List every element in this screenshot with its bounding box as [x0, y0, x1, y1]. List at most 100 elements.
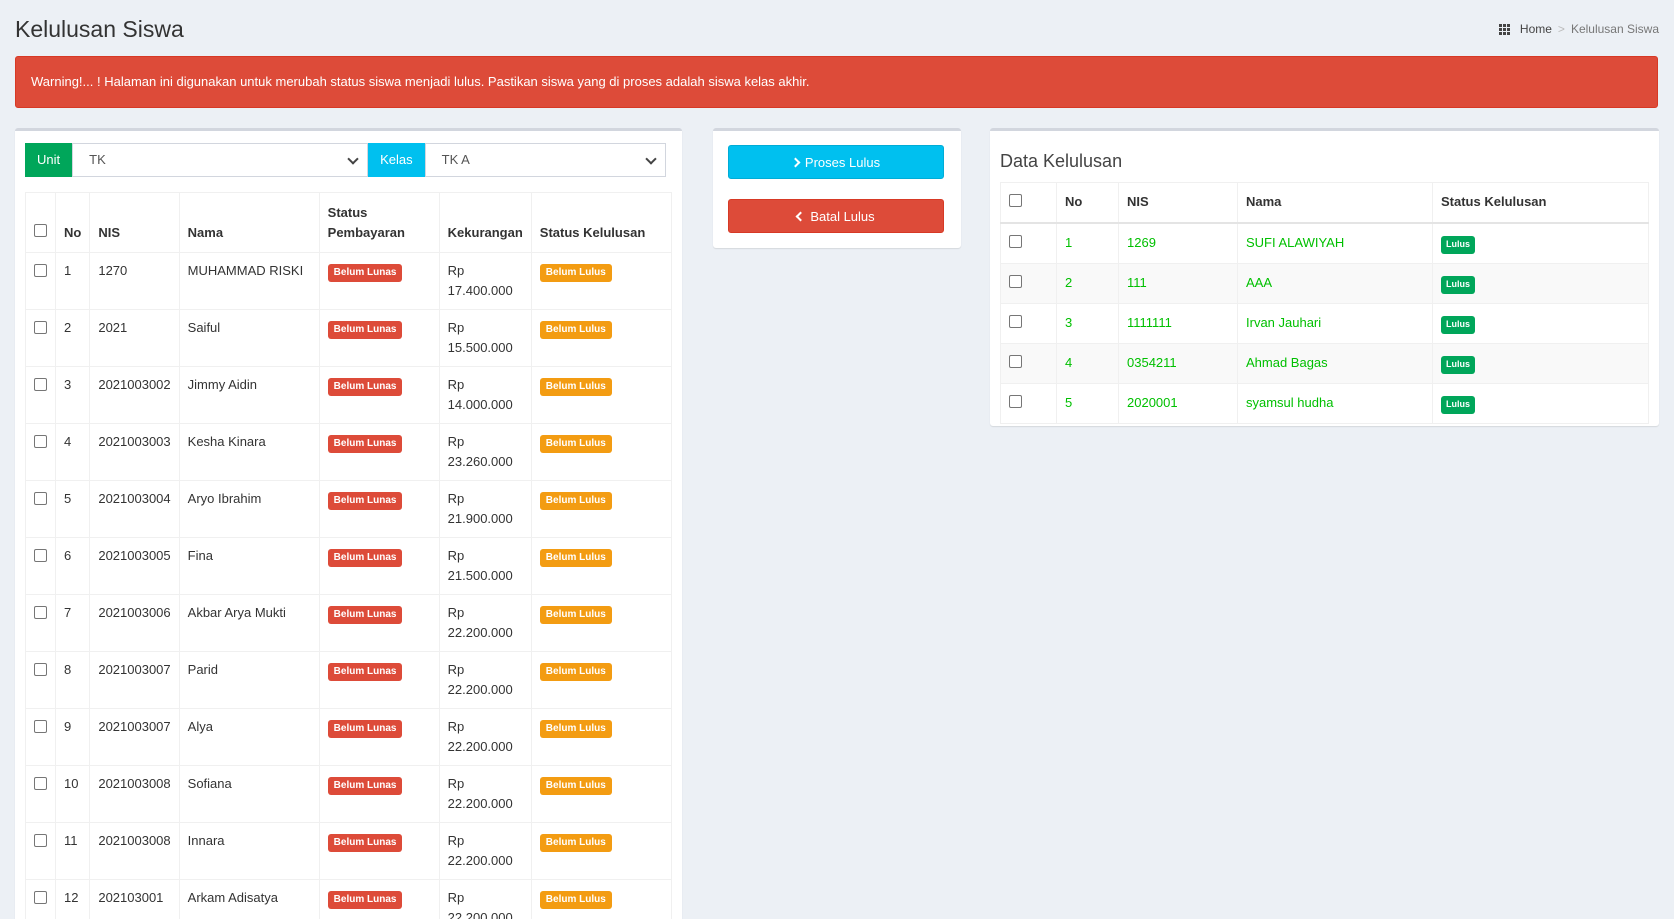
row-select-cell: [25, 651, 56, 709]
table-row: 4 2021003003 Kesha Kinara Belum Lunas Rp 23.…: [25, 423, 673, 481]
cell-kekurangan: Rp 22.200.000: [438, 708, 532, 766]
cell-kekurangan: Rp 21.500.000: [438, 537, 532, 595]
table-row: 1 1269 SUFI ALAWIYAH Lulus: [1000, 222, 1649, 264]
cell-nis: 2021003007: [89, 651, 180, 709]
table-row: 3 1111111 Irvan Jauhari Lulus: [1000, 303, 1649, 344]
kelas-label: Kelas: [368, 143, 425, 177]
row-checkbox[interactable]: [1009, 275, 1022, 288]
cell-status-kelulusan: Belum Lulus: [530, 708, 673, 766]
row-select-cell: [1000, 343, 1057, 384]
row-checkbox[interactable]: [34, 435, 47, 448]
unit-select[interactable]: TK: [72, 143, 369, 177]
cell-nama: Akbar Arya Mukti: [178, 594, 320, 652]
status-badge: Belum Lunas: [327, 606, 403, 624]
row-select-cell: [25, 252, 56, 310]
row-checkbox[interactable]: [34, 549, 47, 562]
cell-nama: Ahmad Bagas: [1237, 343, 1433, 384]
cell-nama: MUHAMMAD RISKI: [178, 252, 320, 310]
cell-status-pembayaran: Belum Lunas: [318, 309, 440, 367]
cell-kekurangan: Rp 22.200.000: [438, 822, 532, 880]
select-all-checkbox[interactable]: [34, 224, 47, 237]
status-badge: Belum Lulus: [539, 264, 612, 282]
status-badge: Lulus: [1441, 236, 1475, 254]
row-checkbox[interactable]: [34, 321, 47, 334]
cell-nis: 111: [1118, 263, 1238, 304]
status-badge: Belum Lunas: [327, 492, 403, 510]
status-badge: Belum Lunas: [327, 264, 403, 282]
cell-nis: 2021003006: [89, 594, 180, 652]
status-badge: Lulus: [1441, 316, 1475, 334]
status-badge: Belum Lulus: [539, 492, 612, 510]
row-checkbox[interactable]: [1009, 315, 1022, 328]
cell-status-kelulusan: Belum Lulus: [530, 765, 673, 823]
cell-status-kelulusan: Belum Lulus: [530, 480, 673, 538]
kelas-select[interactable]: TK A: [424, 143, 666, 177]
student-table: No NIS Nama Status Pembayaran Kekurangan…: [25, 192, 673, 919]
row-checkbox[interactable]: [34, 834, 47, 847]
row-checkbox[interactable]: [1009, 355, 1022, 368]
batal-lulus-button[interactable]: Batal Lulus: [728, 199, 944, 233]
row-select-cell: [25, 879, 56, 919]
cell-status-pembayaran: Belum Lunas: [318, 366, 440, 424]
cell-status-kelulusan: Lulus: [1432, 222, 1649, 264]
cell-kekurangan: Rp 17.400.000: [438, 252, 532, 310]
status-badge: Belum Lulus: [539, 606, 612, 624]
row-checkbox[interactable]: [34, 720, 47, 733]
row-checkbox[interactable]: [34, 606, 47, 619]
row-checkbox[interactable]: [34, 264, 47, 277]
row-checkbox[interactable]: [1009, 395, 1022, 408]
table-row: 1 1270 MUHAMMAD RISKI Belum Lunas Rp 17.400.…: [25, 252, 673, 310]
graduation-data-panel: Data Kelulusan No NIS Nama Status Kelulu…: [990, 128, 1659, 426]
table-row: 7 2021003006 Akbar Arya Mukti Belum Lunas Rp…: [25, 594, 673, 652]
row-select-cell: [1000, 263, 1057, 304]
proses-lulus-button[interactable]: Proses Lulus: [728, 145, 944, 179]
status-badge: Belum Lunas: [327, 777, 403, 795]
select-all-cell: [1000, 182, 1057, 224]
cell-nama: Parid: [178, 651, 320, 709]
dashboard-icon: [1498, 23, 1510, 35]
cell-status-kelulusan: Lulus: [1432, 303, 1649, 344]
cell-status-kelulusan: Belum Lulus: [530, 651, 673, 709]
status-badge: Belum Lunas: [327, 720, 403, 738]
row-checkbox[interactable]: [34, 777, 47, 790]
cell-nama: SUFI ALAWIYAH: [1237, 222, 1433, 264]
cell-no: 8: [54, 651, 91, 709]
action-panel: Proses Lulus Batal Lulus: [713, 128, 961, 248]
cell-nama: Fina: [178, 537, 320, 595]
chevron-down-icon: [347, 153, 359, 165]
row-select-cell: [25, 423, 56, 481]
table-row: 10 2021003008 Sofiana Belum Lunas Rp 22.200.…: [25, 765, 673, 823]
cell-nama: Innara: [178, 822, 320, 880]
col-no: No: [54, 192, 91, 253]
cell-no: 3: [1056, 303, 1119, 344]
row-checkbox[interactable]: [34, 378, 47, 391]
status-badge: Belum Lulus: [539, 891, 612, 909]
row-checkbox[interactable]: [34, 492, 47, 505]
cell-no: 1: [1056, 222, 1119, 264]
row-checkbox[interactable]: [34, 891, 47, 904]
table-row: 3 2021003002 Jimmy Aidin Belum Lunas Rp 14.0…: [25, 366, 673, 424]
kelas-select-value: TK A: [441, 152, 470, 167]
cell-nis: 2021003003: [89, 423, 180, 481]
cell-kekurangan: Rp 15.500.000: [438, 309, 532, 367]
graduation-table: No NIS Nama Status Kelulusan 1 1269 SUFI A…: [1000, 182, 1649, 424]
cell-kekurangan: Rp 22.200.000: [438, 651, 532, 709]
status-badge: Belum Lunas: [327, 549, 403, 567]
cell-nama: AAA: [1237, 263, 1433, 304]
chevron-left-icon: [795, 211, 806, 221]
row-select-cell: [25, 765, 56, 823]
cell-status-pembayaran: Belum Lunas: [318, 423, 440, 481]
row-checkbox[interactable]: [1009, 235, 1022, 248]
status-badge: Belum Lulus: [539, 663, 612, 681]
cell-no: 5: [1056, 383, 1119, 424]
cell-status-pembayaran: Belum Lunas: [318, 480, 440, 538]
status-badge: Belum Lunas: [327, 378, 403, 396]
status-badge: Belum Lulus: [539, 435, 612, 453]
cell-no: 2: [54, 309, 91, 367]
chevron-right-icon: [790, 157, 801, 167]
cell-nama: Saiful: [178, 309, 320, 367]
breadcrumb-home[interactable]: Home: [1520, 22, 1552, 36]
select-all-checkbox[interactable]: [1009, 194, 1022, 207]
status-badge: Belum Lulus: [539, 378, 612, 396]
row-checkbox[interactable]: [34, 663, 47, 676]
